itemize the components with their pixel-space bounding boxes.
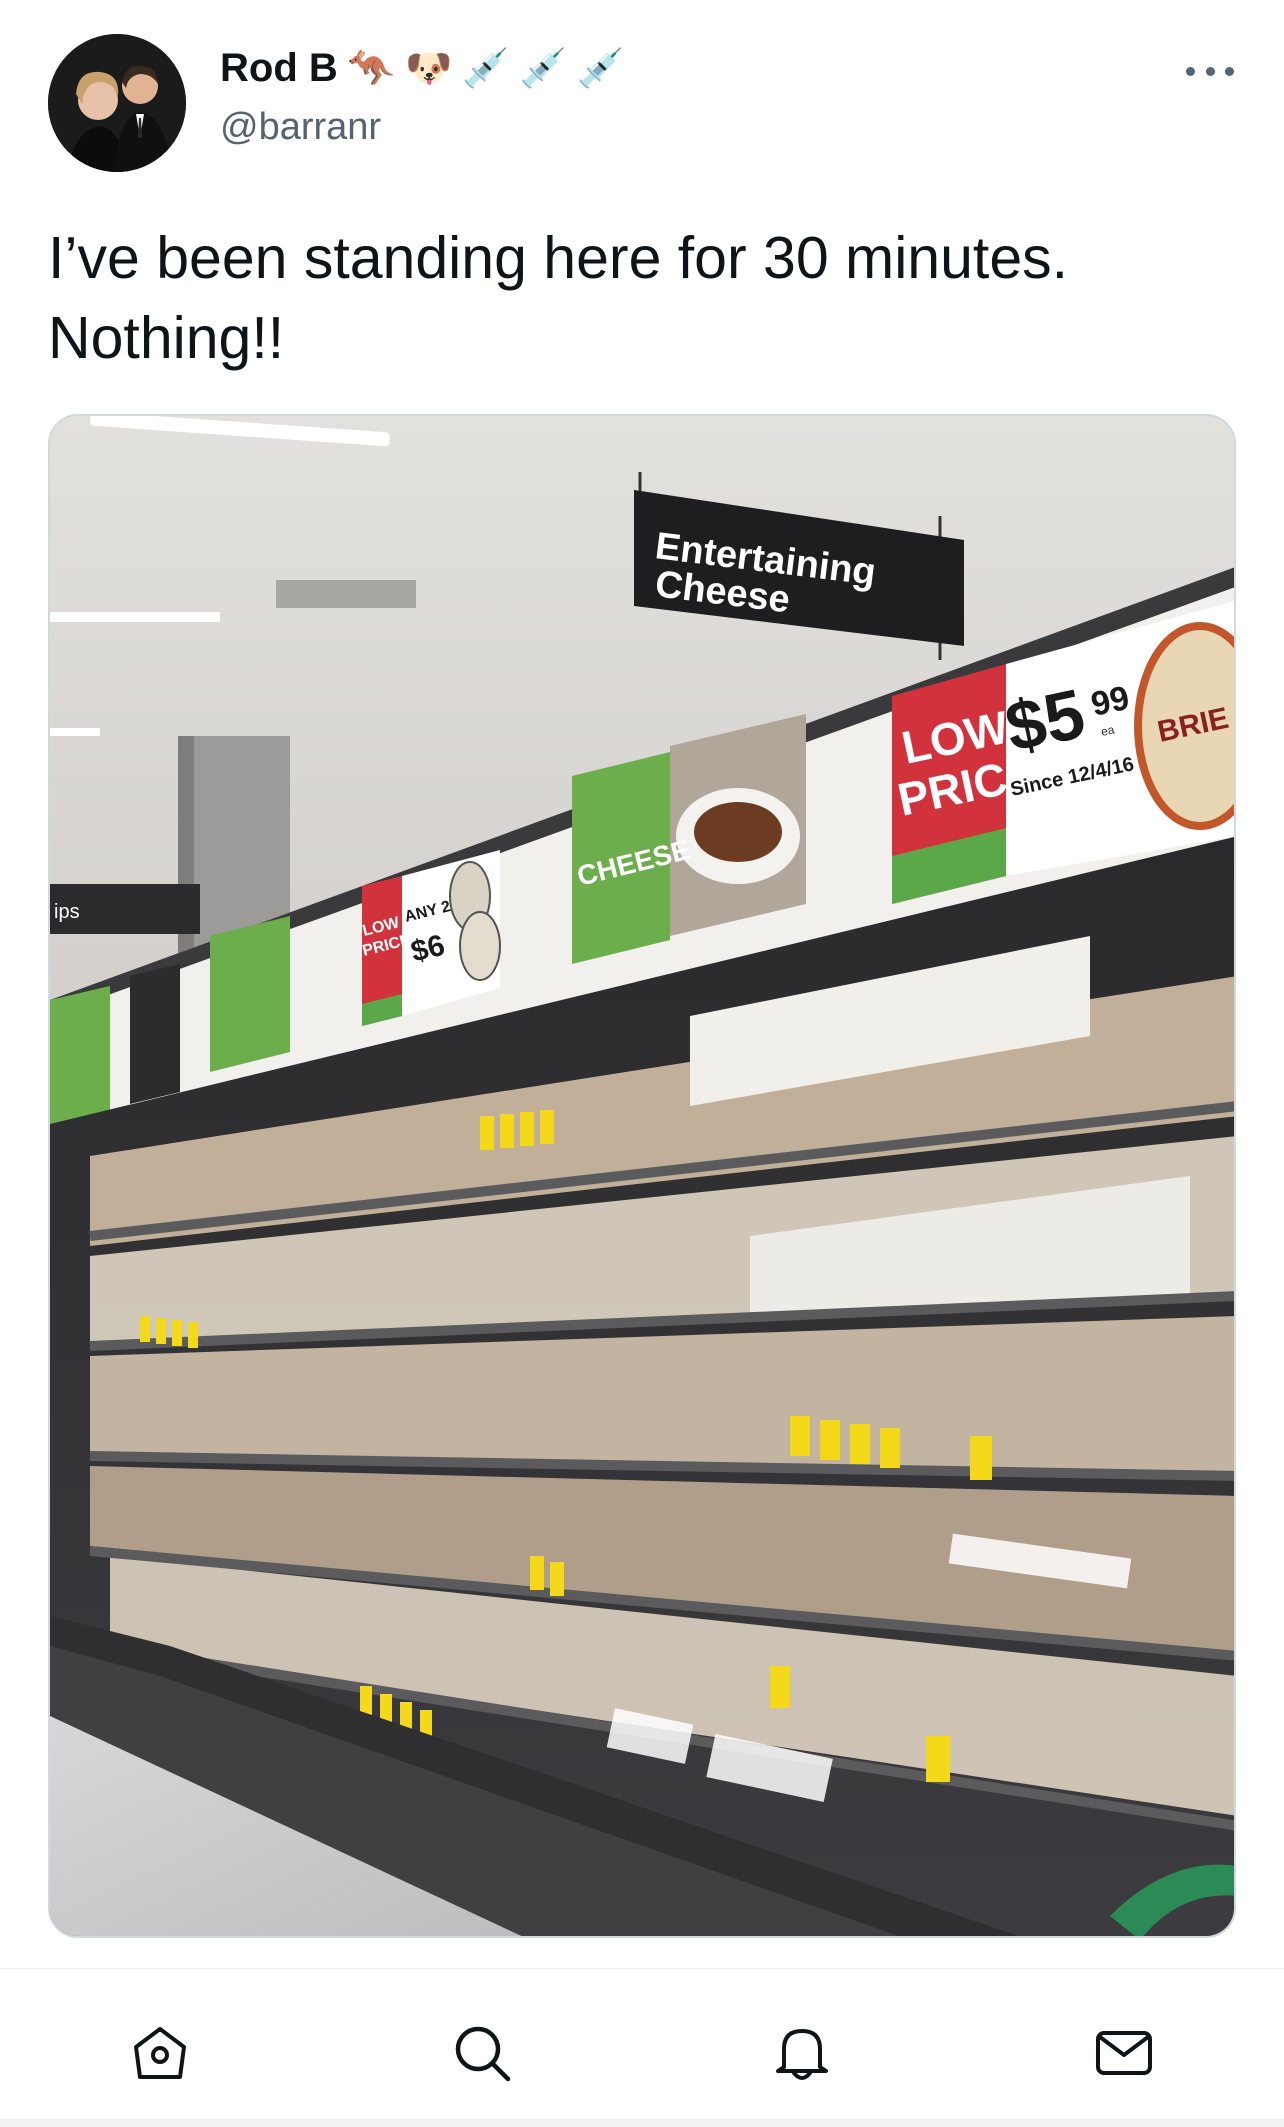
more-options-icon[interactable] bbox=[1186, 56, 1234, 86]
tweet-text: I’ve been standing here for 30 minutes. … bbox=[48, 225, 1069, 371]
kangaroo-emoji: 🦘 bbox=[347, 47, 396, 90]
avatar[interactable] bbox=[48, 34, 186, 172]
tweet-photo[interactable]: ips Entertaining Cheese LOW PRICE $5 99 … bbox=[48, 414, 1236, 1938]
tweet-header: Rod B 🦘 🐶 💉 💉 💉 @barranr bbox=[0, 0, 1284, 200]
notifications-icon[interactable] bbox=[766, 2017, 838, 2089]
price-cents: 99 bbox=[1088, 679, 1133, 724]
left-sign-text: ips bbox=[54, 901, 80, 923]
dog-emoji: 🐶 bbox=[405, 47, 453, 90]
display-name[interactable]: Rod B bbox=[220, 46, 338, 91]
home-icon[interactable] bbox=[124, 2017, 196, 2089]
syringe-emoji: 💉 bbox=[462, 47, 510, 90]
search-icon[interactable] bbox=[446, 2017, 518, 2089]
syringe-emoji: 💉 bbox=[519, 47, 568, 90]
price-dollars: $5 bbox=[999, 674, 1091, 766]
syringe-emoji: 💉 bbox=[577, 47, 625, 90]
messages-icon[interactable] bbox=[1088, 2017, 1160, 2089]
supermarket-cheese-aisle-photo: ips Entertaining Cheese LOW PRICE $5 99 … bbox=[50, 416, 1234, 1936]
user-handle[interactable]: @barranr bbox=[220, 106, 381, 149]
name-row: Rod B 🦘 🐶 💉 💉 💉 bbox=[220, 46, 624, 91]
bottom-navigation bbox=[0, 1968, 1284, 2127]
